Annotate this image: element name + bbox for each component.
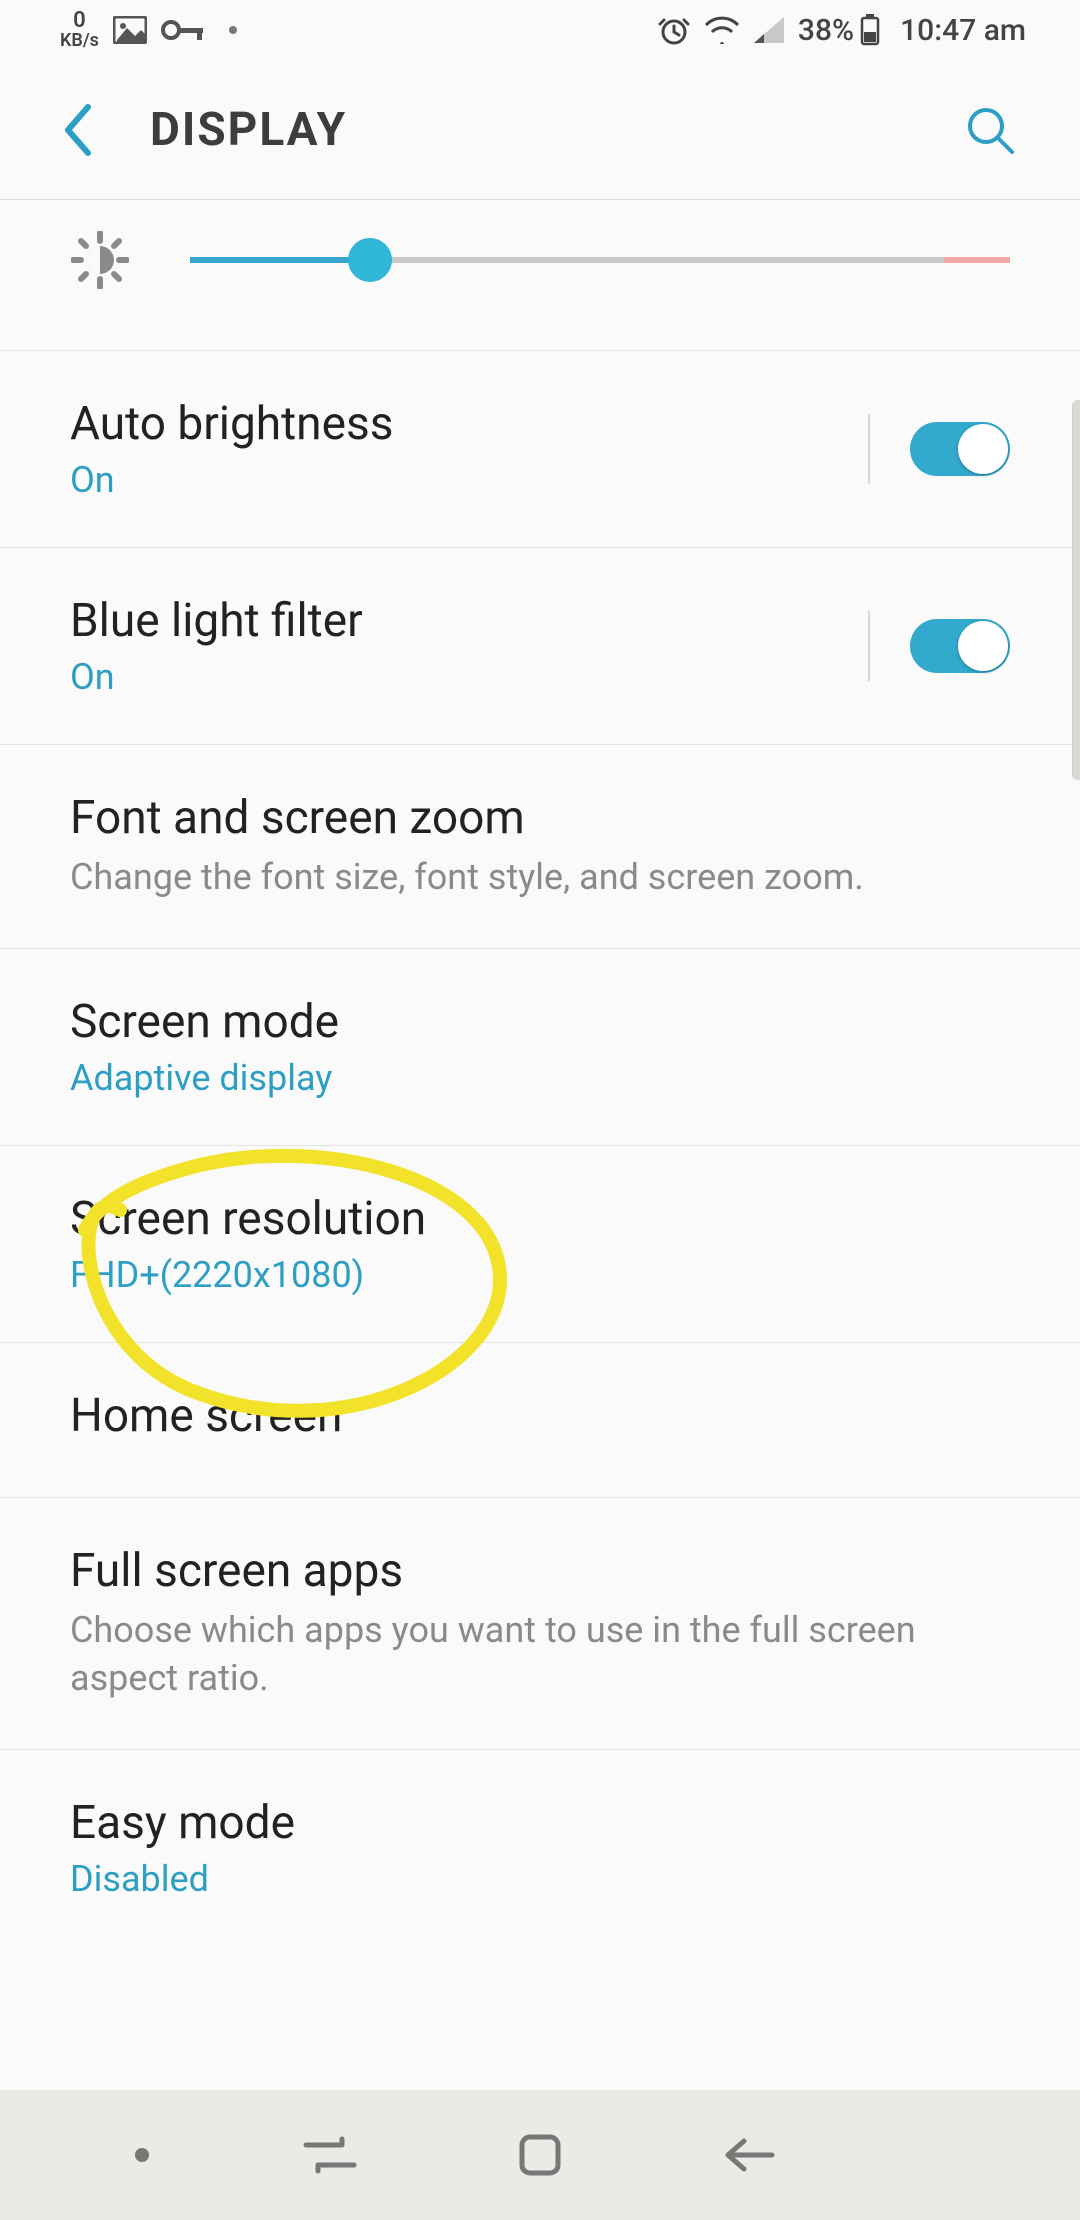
signal-icon	[754, 17, 784, 43]
item-title: Font and screen zoom	[70, 791, 1010, 845]
brightness-slider[interactable]	[190, 240, 1010, 280]
nav-dot-indicator	[135, 2148, 149, 2162]
slider-thumb[interactable]	[348, 238, 392, 282]
back-button[interactable]	[60, 103, 110, 157]
battery-percentage: 38%	[798, 13, 854, 48]
search-button[interactable]	[960, 104, 1020, 156]
brightness-icon	[70, 230, 130, 290]
item-status: Adaptive display	[70, 1057, 1010, 1099]
back-nav-button[interactable]	[720, 2125, 780, 2185]
item-blue-light-filter[interactable]: Blue light filter On	[0, 548, 1080, 745]
item-screen-mode[interactable]: Screen mode Adaptive display	[0, 949, 1080, 1146]
clock-time: 10:47 am	[900, 13, 1026, 48]
item-title: Home screen	[70, 1389, 1010, 1443]
toggle-knob	[958, 424, 1008, 474]
navigation-bar	[0, 2090, 1080, 2220]
item-status: On	[70, 459, 868, 501]
scroll-indicator	[1072, 400, 1080, 780]
recents-button[interactable]	[300, 2125, 360, 2185]
blue-light-toggle[interactable]	[910, 619, 1010, 673]
item-easy-mode[interactable]: Easy mode Disabled	[0, 1750, 1080, 1920]
vpn-key-icon	[161, 18, 205, 42]
toggle-container	[868, 414, 1010, 484]
item-screen-resolution[interactable]: Screen resolution FHD+(2220x1080)	[0, 1146, 1080, 1343]
item-title: Full screen apps	[70, 1544, 1010, 1598]
item-full-screen-apps[interactable]: Full screen apps Choose which apps you w…	[0, 1498, 1080, 1750]
item-title: Screen mode	[70, 995, 1010, 1049]
item-status: Disabled	[70, 1858, 1010, 1900]
item-status: On	[70, 656, 868, 698]
slider-track-filled	[190, 257, 370, 263]
wifi-icon	[704, 16, 740, 44]
slider-track-empty	[370, 257, 944, 263]
image-icon	[113, 16, 147, 44]
vertical-divider	[868, 611, 870, 681]
app-header: DISPLAY	[0, 60, 1080, 200]
battery-icon	[860, 14, 880, 46]
settings-list: Auto brightness On Blue light filter On	[0, 350, 1080, 1920]
alarm-icon	[658, 14, 690, 46]
page-title: DISPLAY	[150, 103, 960, 157]
item-font-zoom[interactable]: Font and screen zoom Change the font siz…	[0, 745, 1080, 949]
settings-content: Auto brightness On Blue light filter On	[0, 200, 1080, 1920]
item-description: Change the font size, font style, and sc…	[70, 853, 1010, 902]
item-title: Auto brightness	[70, 397, 868, 451]
vertical-divider	[868, 414, 870, 484]
item-title: Easy mode	[70, 1796, 1010, 1850]
item-auto-brightness[interactable]: Auto brightness On	[0, 351, 1080, 548]
status-right: 38% 10:47 am	[658, 13, 1040, 48]
item-status: FHD+(2220x1080)	[70, 1254, 1010, 1296]
home-button[interactable]	[510, 2125, 570, 2185]
dot-indicator	[229, 26, 237, 34]
network-speed-value: 0	[73, 10, 86, 32]
network-speed-unit: KB/s	[60, 32, 99, 50]
slider-track-warn	[944, 257, 1010, 263]
brightness-row	[0, 200, 1080, 350]
item-title: Screen resolution	[70, 1192, 1010, 1246]
status-bar: 0 KB/s 38% 10:47 am	[0, 0, 1080, 60]
toggle-container	[868, 611, 1010, 681]
auto-brightness-toggle[interactable]	[910, 422, 1010, 476]
network-speed-indicator: 0 KB/s	[60, 10, 99, 50]
item-home-screen[interactable]: Home screen	[0, 1343, 1080, 1498]
item-description: Choose which apps you want to use in the…	[70, 1606, 1010, 1703]
item-title: Blue light filter	[70, 594, 868, 648]
toggle-knob	[958, 621, 1008, 671]
status-left: 0 KB/s	[60, 10, 251, 50]
